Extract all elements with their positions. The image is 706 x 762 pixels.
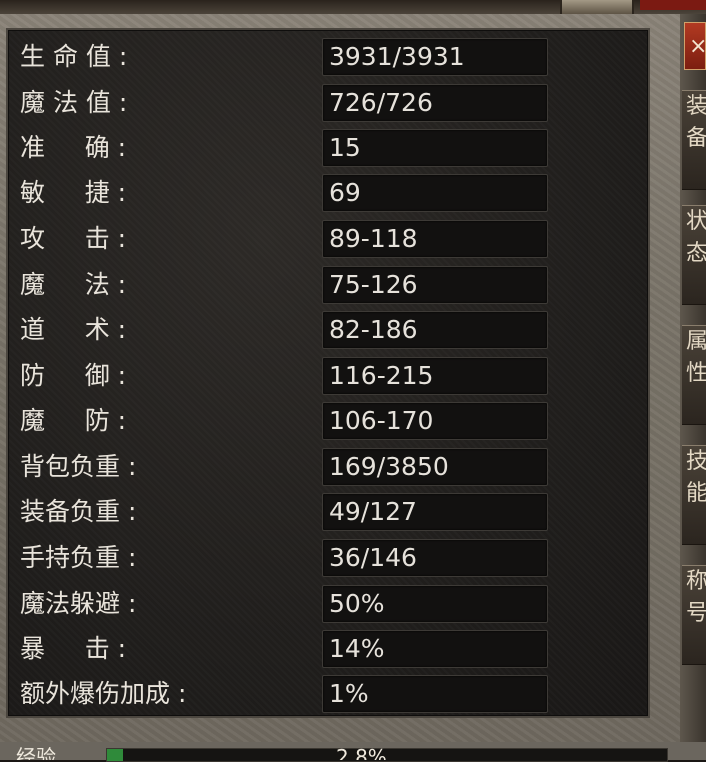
tab-attributes[interactable]: 属 性	[682, 325, 706, 425]
stat-value-box: 1%	[322, 675, 548, 713]
stat-label: 装备负重 :	[20, 497, 137, 526]
stat-value: 89-118	[329, 224, 418, 253]
top-ornament	[560, 0, 634, 14]
stat-value-box: 75-126	[322, 266, 548, 304]
stat-row-taoism: 道 术 : 82-186	[8, 307, 648, 353]
stat-value: 726/726	[329, 88, 433, 117]
stat-value-box: 36/146	[322, 539, 548, 577]
exp-right-text	[684, 742, 706, 760]
stat-value: 3931/3931	[329, 42, 465, 71]
stat-value-box: 15	[322, 129, 548, 167]
stat-value: 50%	[329, 589, 385, 618]
tab-status[interactable]: 状 态	[682, 205, 706, 305]
stat-value-box: 50%	[322, 585, 548, 623]
stat-label: 准 确 :	[20, 133, 127, 162]
stat-label: 暴 击 :	[20, 634, 127, 663]
exp-percent: 2.8%	[336, 745, 387, 760]
stat-value-box: 116-215	[322, 357, 548, 395]
stat-row-agility: 敏 捷 : 69	[8, 170, 648, 216]
stat-value: 116-215	[329, 361, 434, 390]
stat-value: 49/127	[329, 497, 417, 526]
exp-fill	[107, 749, 123, 761]
stat-value: 69	[329, 178, 361, 207]
tab-title[interactable]: 称 号	[682, 565, 706, 665]
stat-label: 魔法躲避 :	[20, 589, 137, 618]
stat-label: 敏 捷 :	[20, 178, 127, 207]
stat-label: 背包负重 :	[20, 452, 137, 481]
stat-row-mp: 魔 法 值 : 726/726	[8, 80, 648, 126]
stat-value: 169/3850	[329, 452, 449, 481]
stat-value-box: 49/127	[322, 493, 548, 531]
tab-skills[interactable]: 技 能	[682, 445, 706, 545]
close-icon: ×	[689, 34, 706, 59]
close-button[interactable]: ×	[684, 22, 706, 70]
stat-value-box: 82-186	[322, 311, 548, 349]
stats-panel: 生 命 值 : 3931/3931 魔 法 值 : 726/726 准 确 : …	[6, 28, 650, 718]
stat-value: 14%	[329, 634, 385, 663]
stat-label: 手持负重 :	[20, 543, 137, 572]
stat-label: 生 命 值 :	[20, 42, 128, 71]
stat-value-box: 69	[322, 174, 548, 212]
stat-row-attack: 攻 击 : 89-118	[8, 216, 648, 262]
stat-label: 额外爆伤加成 :	[20, 679, 187, 708]
stat-value-box: 106-170	[322, 402, 548, 440]
stat-row-hand-weight: 手持负重 : 36/146	[8, 535, 648, 581]
stat-value-box: 14%	[322, 630, 548, 668]
stat-value: 1%	[329, 679, 369, 708]
stat-value: 106-170	[329, 406, 434, 435]
stat-value-box: 169/3850	[322, 448, 548, 486]
stat-value-box: 3931/3931	[322, 38, 548, 76]
stat-label: 防 御 :	[20, 361, 127, 390]
stat-label: 魔 法 :	[20, 270, 127, 299]
stat-row-defense: 防 御 : 116-215	[8, 353, 648, 399]
stat-value: 75-126	[329, 270, 418, 299]
stat-row-magic-defense: 魔 防 : 106-170	[8, 398, 648, 444]
stat-value: 82-186	[329, 315, 418, 344]
stat-value: 15	[329, 133, 361, 162]
stat-row-accuracy: 准 确 : 15	[8, 125, 648, 171]
stat-label: 攻 击 :	[20, 224, 127, 253]
stat-label: 魔 防 :	[20, 406, 127, 435]
stat-row-equip-weight: 装备负重 : 49/127	[8, 489, 648, 535]
stat-row-hp: 生 命 值 : 3931/3931	[8, 34, 648, 80]
tab-equipment[interactable]: 装 备	[682, 90, 706, 190]
stat-row-extra-crit-damage: 额外爆伤加成 : 1%	[8, 671, 648, 717]
stat-row-magic: 魔 法 : 75-126	[8, 262, 648, 308]
stat-row-magic-evasion: 魔法躲避 : 50%	[8, 581, 648, 627]
stat-row-bag-weight: 背包负重 : 169/3850	[8, 444, 648, 490]
stat-row-critical: 暴 击 : 14%	[8, 626, 648, 672]
stat-label: 魔 法 值 :	[20, 88, 128, 117]
stat-value-box: 726/726	[322, 84, 548, 122]
stat-label: 道 术 :	[20, 315, 127, 344]
stat-value: 36/146	[329, 543, 417, 572]
stat-value-box: 89-118	[322, 220, 548, 258]
exp-label: 经验	[16, 745, 56, 760]
top-red-strip	[640, 0, 706, 10]
